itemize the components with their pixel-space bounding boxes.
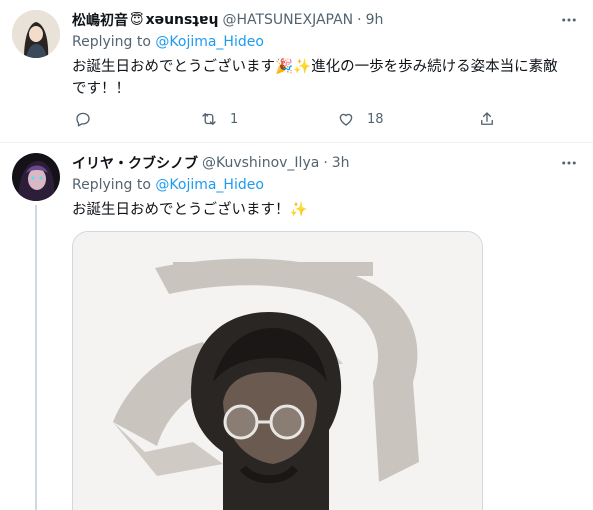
avatar[interactable] [12,153,60,201]
more-icon[interactable] [559,10,579,30]
illustration-image [73,232,482,510]
tweet[interactable]: 松嶋初音 😇 xəunsʇɐɥ @HATSUNEXJAPAN · 9h Repl… [0,0,593,143]
display-name-suffix[interactable]: xəunsʇɐɥ [146,12,219,28]
tweet-header: イリヤ・クブシノブ @Kuvshinov_Ilya · 3h [72,153,350,173]
replying-prefix: Replying to [72,177,151,193]
reply-icon [76,112,90,127]
mention-link[interactable]: @Kojima_Hideo [155,34,264,50]
avatar[interactable] [12,10,60,58]
tweet-text: お誕生日おめでとうございます！✨ [72,199,572,221]
tweet-image[interactable] [72,231,483,510]
retweet-button[interactable]: 1 [200,108,238,130]
share-icon [481,112,493,125]
reply-button[interactable] [74,108,92,130]
like-icon [339,113,353,126]
share-button[interactable] [478,108,496,130]
like-count: 18 [367,111,384,127]
tweet[interactable]: イリヤ・クブシノブ @Kuvshinov_Ilya · 3h Replying … [0,143,593,510]
timestamp[interactable]: 3h [332,155,350,171]
user-handle[interactable]: @HATSUNEXJAPAN [222,12,353,28]
tweet-actions: 1 18 [72,108,512,130]
tweet-text: お誕生日おめでとうございます🎉✨進化の一歩を歩み続ける姿本当に素敵 です！！ [72,56,572,100]
like-button[interactable]: 18 [337,108,384,130]
tweet-header: 松嶋初音 😇 xəunsʇɐɥ @HATSUNEXJAPAN · 9h [72,10,383,30]
thread-line [35,205,37,510]
display-name[interactable]: 松嶋初音 [72,10,128,30]
halo-emoji: 😇 [130,12,144,28]
tweet-text-line: です！！ [72,81,130,97]
more-icon[interactable] [559,153,579,173]
replying-prefix: Replying to [72,34,151,50]
replying-to: Replying to @Kojima_Hideo [72,34,264,54]
retweet-count: 1 [230,111,239,127]
display-name[interactable]: イリヤ・クブシノブ [72,153,198,173]
timestamp[interactable]: 9h [366,12,384,28]
tweet-text-line: お誕生日おめでとうございます🎉✨進化の一歩を歩み続ける姿本当に素敵 [72,59,558,75]
user-handle[interactable]: @Kuvshinov_Ilya [202,155,319,171]
mention-link[interactable]: @Kojima_Hideo [155,177,264,193]
separator-dot: · [323,155,328,171]
replying-to: Replying to @Kojima_Hideo [72,177,264,197]
tweet-text-line: お誕生日おめでとうございます！✨ [72,202,308,218]
retweet-icon [202,113,216,125]
separator-dot: · [357,12,362,28]
